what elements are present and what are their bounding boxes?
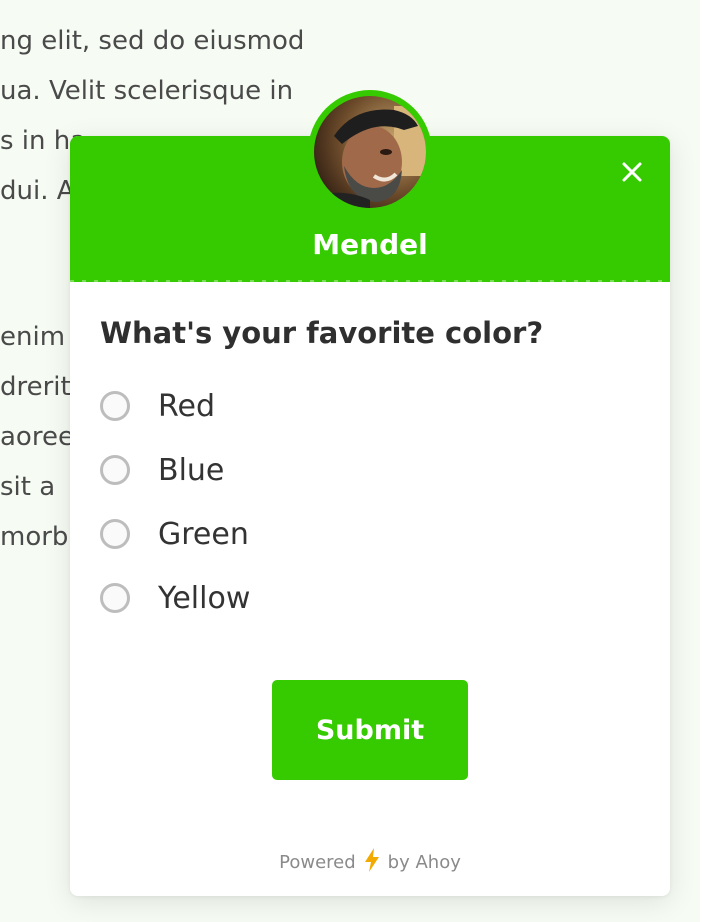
- chat-popup: Mendel What's your favorite color? Red B…: [70, 90, 670, 896]
- radio-button[interactable]: [100, 455, 130, 485]
- survey-question: What's your favorite color?: [100, 316, 544, 350]
- option-label: Green: [158, 516, 249, 552]
- radio-button[interactable]: [100, 519, 130, 549]
- submit-button[interactable]: Submit: [272, 680, 468, 780]
- option-label: Blue: [158, 452, 225, 488]
- powered-label: Powered: [279, 852, 356, 873]
- option-yellow[interactable]: Yellow: [100, 566, 640, 630]
- by-ahoy-label: by Ahoy: [387, 852, 461, 873]
- option-label: Red: [158, 388, 215, 424]
- background-text-line: aoree: [0, 422, 74, 452]
- radio-button[interactable]: [100, 391, 130, 421]
- option-green[interactable]: Green: [100, 502, 640, 566]
- option-label: Yellow: [158, 580, 251, 616]
- background-text-line: dui. A: [0, 176, 75, 206]
- agent-avatar: [308, 90, 432, 214]
- page-edge: [700, 0, 706, 922]
- powered-by-footer[interactable]: Powered by Ahoy: [70, 848, 670, 877]
- agent-name: Mendel: [312, 228, 428, 261]
- lightning-icon: [364, 848, 380, 877]
- radio-button[interactable]: [100, 583, 130, 613]
- background-text-line: morb: [0, 522, 69, 552]
- avatar-photo: [314, 96, 426, 208]
- close-icon[interactable]: [618, 158, 646, 186]
- option-blue[interactable]: Blue: [100, 438, 640, 502]
- background-text-line: sit a: [0, 472, 56, 502]
- background-text-line: drerit: [0, 372, 71, 402]
- options-list: Red Blue Green Yellow: [100, 374, 640, 630]
- background-text-line: ua. Velit scelerisque in: [0, 76, 294, 106]
- background-text-line: ng elit, sed do eiusmod: [0, 26, 305, 56]
- option-red[interactable]: Red: [100, 374, 640, 438]
